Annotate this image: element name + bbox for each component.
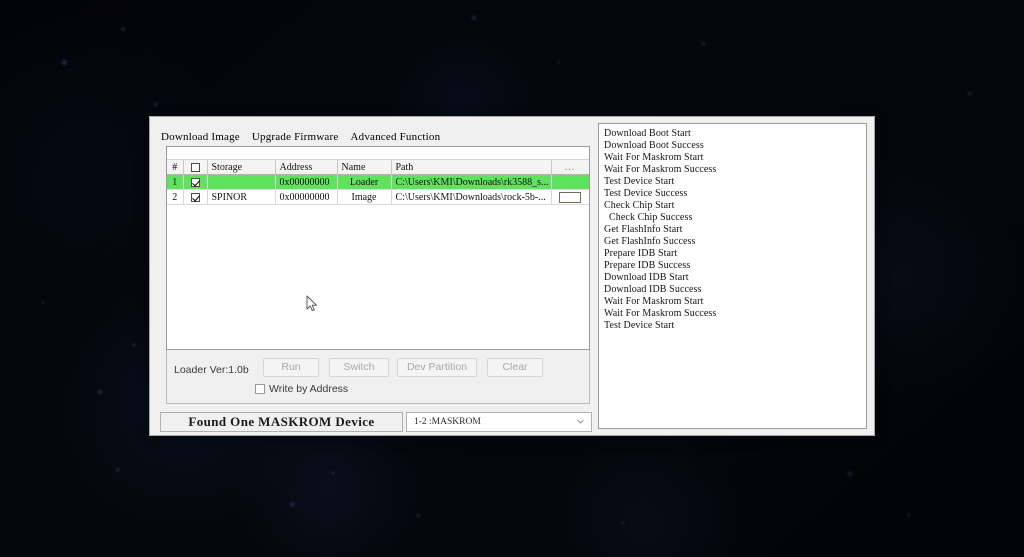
log-line: Wait For Maskrom Success	[604, 164, 862, 176]
log-line: Get FlashInfo Start	[604, 224, 862, 236]
dev-partition-button[interactable]: Dev Partition	[397, 358, 477, 377]
run-button[interactable]: Run	[263, 358, 319, 377]
select-all-checkbox[interactable]	[191, 163, 200, 172]
row-name[interactable]: Image	[337, 190, 391, 205]
row-path[interactable]: C:\Users\KMI\Downloads\rk3588_s...	[391, 175, 551, 190]
device-select-value: 1-2 :MASKROM	[414, 417, 481, 427]
log-line: Download Boot Success	[604, 140, 862, 152]
log-line: Wait For Maskrom Start	[604, 296, 862, 308]
col-header-name[interactable]: Name	[337, 160, 391, 175]
row-checkbox[interactable]	[191, 178, 200, 187]
col-header-num: #	[167, 160, 183, 175]
tab-download-image[interactable]: Download Image	[160, 131, 241, 143]
write-by-address-row[interactable]: Write by Address	[255, 383, 348, 395]
log-line: Test Device Start	[604, 320, 862, 332]
log-line: Test Device Success	[604, 188, 862, 200]
log-line: Test Device Start	[604, 176, 862, 188]
right-pane: Download Boot Start Download Boot Succes…	[595, 117, 874, 435]
chevron-down-icon[interactable]	[577, 418, 584, 425]
row-checkbox-cell[interactable]	[183, 175, 207, 190]
image-table-panel: # Storage Address Name Path ... 1	[166, 146, 590, 350]
log-line: Download Boot Start	[604, 128, 862, 140]
write-by-address-label: Write by Address	[269, 383, 348, 395]
row-address[interactable]: 0x00000000	[275, 190, 337, 205]
device-select[interactable]: 1-2 :MASKROM	[406, 412, 592, 432]
status-message: Found One MASKROM Device	[160, 412, 403, 432]
row-storage[interactable]: SPINOR	[207, 190, 275, 205]
left-pane: Download Image Upgrade Firmware Advanced…	[150, 117, 595, 435]
table-row[interactable]: 2 SPINOR 0x00000000 Image C:\Users\KMI\D…	[167, 190, 589, 205]
tab-upgrade-firmware[interactable]: Upgrade Firmware	[251, 131, 340, 143]
tab-strip: Download Image Upgrade Firmware Advanced…	[160, 128, 441, 145]
row-browse-cell[interactable]	[551, 190, 589, 205]
log-line: Download IDB Success	[604, 284, 862, 296]
log-line: Prepare IDB Start	[604, 248, 862, 260]
table-top-strip	[167, 147, 589, 160]
table-header-row: # Storage Address Name Path ...	[167, 160, 589, 175]
row-checkbox[interactable]	[191, 193, 200, 202]
browse-button[interactable]	[559, 192, 581, 203]
col-header-storage[interactable]: Storage	[207, 160, 275, 175]
col-header-select-all[interactable]	[183, 160, 207, 175]
log-line: Wait For Maskrom Success	[604, 308, 862, 320]
log-line: Prepare IDB Success	[604, 260, 862, 272]
col-header-address[interactable]: Address	[275, 160, 337, 175]
switch-button[interactable]: Switch	[329, 358, 389, 377]
log-line: Check Chip Start	[604, 200, 862, 212]
log-line: Download IDB Start	[604, 272, 862, 284]
log-line: Wait For Maskrom Start	[604, 152, 862, 164]
log-line: Get FlashInfo Success	[604, 236, 862, 248]
table-row[interactable]: 1 0x00000000 Loader C:\Users\KMI\Downloa…	[167, 175, 589, 190]
row-storage[interactable]	[207, 175, 275, 190]
status-row: Found One MASKROM Device 1-2 :MASKROM	[160, 412, 592, 432]
col-header-path[interactable]: Path	[391, 160, 551, 175]
row-path[interactable]: C:\Users\KMI\Downloads\rock-5b-...	[391, 190, 551, 205]
browse-button[interactable]	[559, 177, 581, 188]
tab-advanced-function[interactable]: Advanced Function	[349, 131, 441, 143]
row-checkbox-cell[interactable]	[183, 190, 207, 205]
col-header-browse: ...	[551, 160, 589, 175]
row-address[interactable]: 0x00000000	[275, 175, 337, 190]
image-table: # Storage Address Name Path ... 1	[167, 160, 590, 205]
row-number: 2	[167, 190, 183, 205]
write-by-address-checkbox[interactable]	[255, 384, 265, 394]
row-browse-cell[interactable]	[551, 175, 589, 190]
row-number: 1	[167, 175, 183, 190]
row-name[interactable]: Loader	[337, 175, 391, 190]
controls-panel: Loader Ver:1.0b Run Switch Dev Partition…	[166, 350, 590, 404]
rkdevtool-window: Download Image Upgrade Firmware Advanced…	[149, 116, 875, 436]
clear-button[interactable]: Clear	[487, 358, 543, 377]
log-line: Check Chip Success	[604, 212, 862, 224]
loader-version-label: Loader Ver:1.0b	[174, 364, 249, 376]
log-output-panel[interactable]: Download Boot Start Download Boot Succes…	[598, 123, 867, 429]
